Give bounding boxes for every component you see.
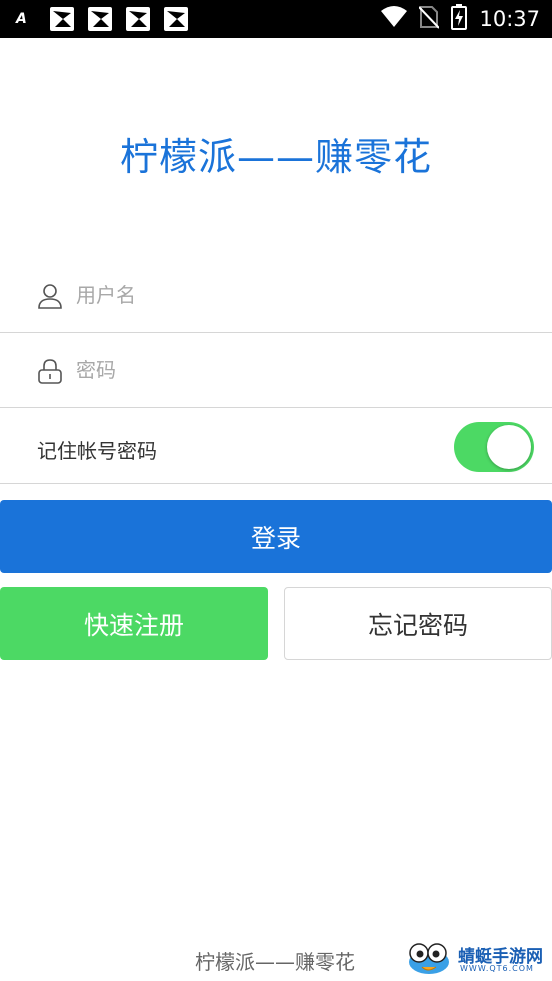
status-time: 10:37 bbox=[479, 7, 540, 31]
remember-row: 记住帐号密码 bbox=[0, 409, 552, 484]
register-button[interactable]: 快速注册 bbox=[0, 587, 268, 660]
status-bar-right: 10:37 bbox=[381, 4, 540, 34]
remember-label: 记住帐号密码 bbox=[37, 439, 157, 463]
username-input[interactable] bbox=[76, 274, 516, 316]
watermark-logo-icon bbox=[409, 943, 449, 974]
footer-text: 柠檬派——赚零花 bbox=[195, 950, 355, 974]
password-input[interactable] bbox=[76, 349, 516, 391]
status-bar-left: A bbox=[16, 7, 188, 31]
user-icon bbox=[36, 282, 64, 310]
remember-toggle[interactable] bbox=[454, 422, 534, 472]
username-row bbox=[0, 258, 552, 333]
font-indicator-icon: A bbox=[16, 11, 27, 27]
login-button[interactable]: 登录 bbox=[0, 500, 552, 573]
notification-app-icon bbox=[126, 7, 150, 31]
app-title: 柠檬派——赚零花 bbox=[119, 135, 432, 179]
status-bar: A 10:37 bbox=[0, 0, 552, 38]
no-sim-icon bbox=[418, 5, 441, 33]
password-row bbox=[0, 333, 552, 408]
watermark-url: WWW.QT6.COM bbox=[460, 964, 534, 973]
battery-charging-icon bbox=[451, 4, 468, 34]
notification-app-icon bbox=[88, 7, 112, 31]
lock-icon bbox=[36, 357, 64, 385]
wifi-icon bbox=[381, 6, 408, 32]
watermark: 蜻蜓手游网 WWW.QT6.COM bbox=[404, 940, 550, 978]
notification-app-icon bbox=[164, 7, 188, 31]
notification-app-icon bbox=[50, 7, 74, 31]
toggle-knob bbox=[487, 425, 531, 469]
forgot-password-button[interactable]: 忘记密码 bbox=[284, 587, 552, 660]
